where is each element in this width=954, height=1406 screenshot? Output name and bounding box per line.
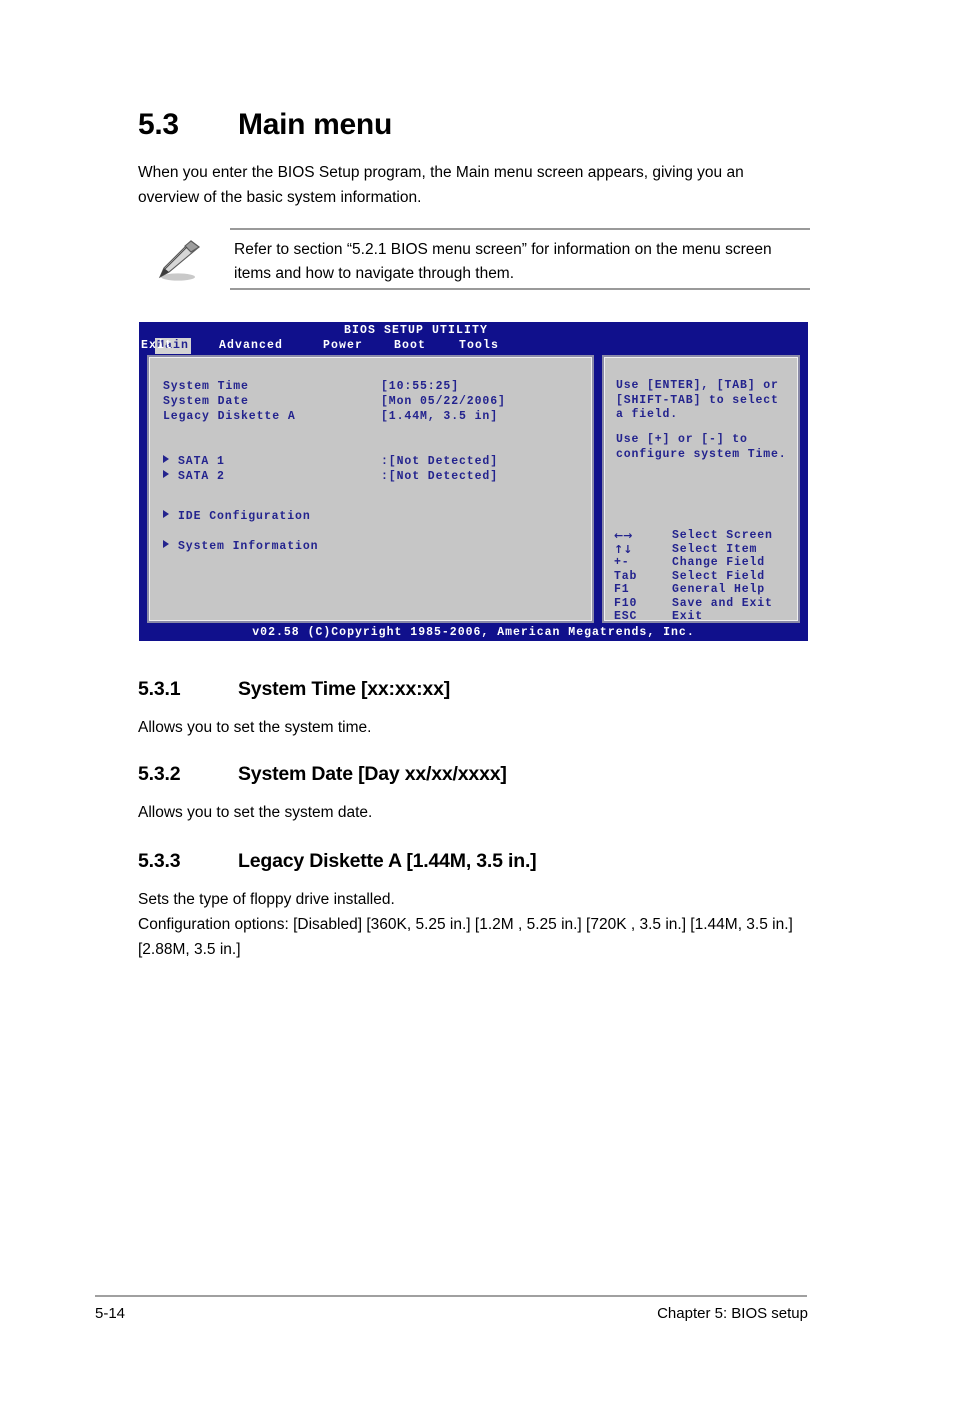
left-right-arrow-icon: ←→ — [614, 529, 633, 542]
field-label-legacy-diskette[interactable]: Legacy Diskette A — [163, 409, 296, 424]
field-value-legacy-diskette[interactable]: [1.44M, 3.5 in] — [381, 409, 498, 424]
page-title: 5.3 Main menu — [138, 108, 838, 142]
menu-item-sata-2[interactable]: SATA 2 — [163, 469, 225, 484]
menu-item-ide-configuration[interactable]: IDE Configuration — [163, 509, 311, 524]
keyhint-select-item: ↑↓ Select Item — [614, 543, 799, 557]
up-down-arrow-icon: ↑↓ — [614, 542, 633, 556]
tab-power[interactable]: Power — [321, 338, 365, 354]
keyhint-select-screen: ←→ Select Screen — [614, 529, 799, 543]
bios-body: System Time [10:55:25] System Date [Mon … — [147, 355, 800, 623]
subsection-heading: 5.3.2 System Date [Day xx/xx/xxxx] — [138, 763, 828, 786]
subsection-number: 5.3.2 — [138, 763, 181, 785]
keyhint-general-help-label: General Help — [672, 583, 766, 596]
tab-boot[interactable]: Boot — [392, 338, 428, 354]
footer-divider — [95, 1295, 807, 1297]
field-value-system-time[interactable]: [10:55:25] — [381, 379, 459, 394]
subsection-number: 5.3.1 — [138, 678, 181, 700]
tab-exit[interactable]: Exit — [139, 338, 175, 354]
keyhint-select-item-label: Select Item — [672, 542, 758, 556]
keyhint-select-field: Tab Select Field — [614, 570, 799, 584]
note-callout: Refer to section “5.2.1 BIOS menu screen… — [138, 228, 810, 290]
keyhint-exit: ESC Exit — [614, 610, 799, 624]
section-title-text: Main menu — [238, 108, 392, 141]
help-text-secondary: Use [+] or [-] to configure system Time. — [616, 433, 787, 461]
subsection-body: Allows you to set the system time. — [138, 719, 372, 736]
field-label-system-date[interactable]: System Date — [163, 394, 249, 409]
keyhint-change-field-label: Change Field — [672, 556, 766, 569]
subsection-title: System Time [xx:xx:xx] — [238, 678, 451, 700]
menu-item-sata-1-label: SATA 1 — [178, 455, 225, 468]
subsection-body-line-1: Sets the type of floppy drive installed. — [138, 891, 395, 908]
esc-key: ESC — [614, 610, 638, 623]
note-top-divider — [230, 228, 810, 230]
keyhint-save-and-exit: F10 Save and Exit — [614, 597, 799, 611]
menu-item-ide-configuration-label: IDE Configuration — [178, 510, 311, 523]
subsection-heading: 5.3.3 Legacy Diskette A [1.44M, 3.5 in.] — [138, 850, 828, 873]
keyhint-exit-label: Exit — [672, 610, 704, 623]
subsection-system-time: 5.3.1 System Time [xx:xx:xx] Allows you t… — [138, 678, 828, 740]
tab-key: Tab — [614, 569, 638, 583]
keyhint-select-screen-label: Select Screen — [672, 529, 773, 542]
bios-menu-bar: Main Advanced Power Boot Tools Exit — [139, 338, 808, 354]
subsection-title: System Date [Day xx/xx/xxxx] — [238, 763, 507, 785]
menu-item-sata-1[interactable]: SATA 1 — [163, 454, 225, 469]
menu-value-sata-1: :[Not Detected] — [381, 455, 499, 468]
keyhint-general-help: F1 General Help — [614, 583, 799, 597]
subsection-body-line-2: Configuration options: [Disabled] [360K,… — [138, 916, 793, 958]
subsection-title: Legacy Diskette A [1.44M, 3.5 in.] — [238, 850, 537, 872]
help-text-primary: Use [ENTER], [TAB] or [SHIFT-TAB] to sel… — [616, 379, 779, 421]
pencil-icon — [146, 236, 208, 284]
field-value-system-date[interactable]: [Mon 05/22/2006] — [381, 394, 506, 409]
subsection-system-date: 5.3.2 System Date [Day xx/xx/xxxx] Allows… — [138, 763, 828, 825]
triangle-right-icon — [163, 510, 169, 518]
subsection-legacy-diskette: 5.3.3 Legacy Diskette A [1.44M, 3.5 in.] … — [138, 850, 828, 962]
keyhint-change-field: +- Change Field — [614, 556, 799, 570]
document-page: 5.3 Main menu When you enter the BIOS Set… — [0, 0, 954, 1406]
f1-key: F1 — [614, 583, 630, 596]
menu-item-system-information[interactable]: System Information — [163, 539, 318, 554]
note-bottom-divider — [230, 288, 810, 290]
bios-main-panel: System Time [10:55:25] System Date [Mon … — [147, 355, 594, 623]
triangle-right-icon — [163, 455, 169, 463]
tab-tools[interactable]: Tools — [457, 338, 501, 354]
tab-advanced[interactable]: Advanced — [217, 338, 285, 354]
keyhint-save-and-exit-label: Save and Exit — [672, 596, 773, 610]
section-intro-paragraph: When you enter the BIOS Setup program, t… — [138, 164, 744, 206]
menu-item-system-information-label: System Information — [178, 540, 319, 553]
chapter-label: Chapter 5: BIOS setup — [657, 1305, 808, 1322]
section-number: 5.3 — [138, 108, 179, 141]
field-label-system-time[interactable]: System Time — [163, 379, 249, 394]
page-number: 5-14 — [95, 1305, 126, 1322]
subsection-heading: 5.3.1 System Time [xx:xx:xx] — [138, 678, 828, 701]
bios-setup-screen: BIOS SETUP UTILITY Main Advanced Power B… — [139, 322, 808, 641]
triangle-right-icon — [163, 540, 169, 548]
bios-copyright-footer: v02.58 (C)Copyright 1985-2006, American … — [252, 626, 695, 639]
plus-minus-key: +- — [614, 556, 630, 569]
note-text: Refer to section “5.2.1 BIOS menu screen… — [234, 241, 772, 282]
subsection-number: 5.3.3 — [138, 850, 181, 872]
f10-key: F10 — [614, 596, 638, 610]
menu-value-sata-2: :[Not Detected] — [381, 470, 499, 483]
bios-help-panel: Use [ENTER], [TAB] or [SHIFT-TAB] to sel… — [602, 355, 800, 623]
menu-item-sata-2-label: SATA 2 — [178, 470, 225, 483]
bios-utility-title: BIOS SETUP UTILITY — [343, 324, 489, 337]
bios-key-legend: ←→ Select Screen ↑↓ Select Item +- Chang… — [614, 529, 799, 624]
triangle-right-icon — [163, 470, 169, 478]
keyhint-select-field-label: Select Field — [672, 569, 766, 583]
subsection-body: Allows you to set the system date. — [138, 804, 373, 821]
